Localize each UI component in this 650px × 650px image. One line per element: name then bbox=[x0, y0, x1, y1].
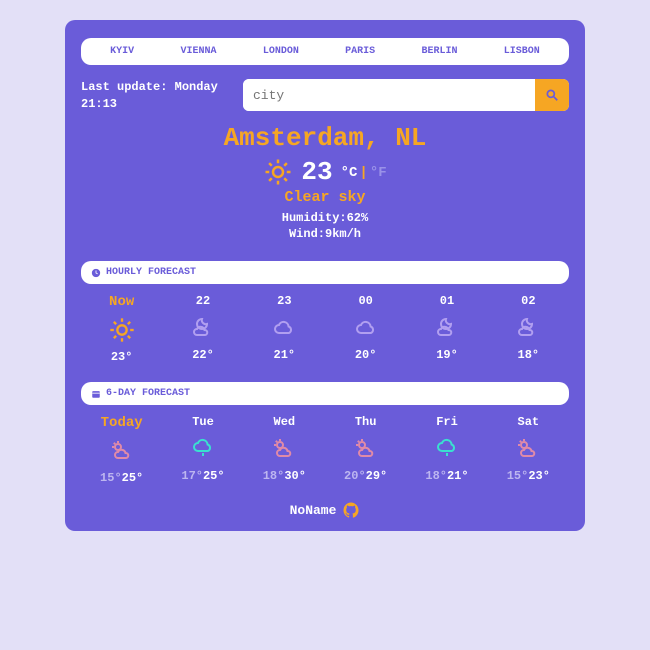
city-tab[interactable]: KYIV bbox=[110, 46, 134, 57]
day-label: Tue bbox=[162, 415, 243, 429]
hour-temp: 18° bbox=[488, 348, 569, 362]
city-tab[interactable]: BERLIN bbox=[421, 46, 457, 57]
hourly-title: HOURLY FORECAST bbox=[106, 267, 196, 278]
github-icon[interactable] bbox=[342, 501, 360, 519]
hour-temp: 23° bbox=[81, 350, 162, 364]
sun-cloud-icon bbox=[244, 433, 325, 465]
humidity: Humidity:62% bbox=[81, 210, 569, 227]
sun-icon bbox=[263, 157, 293, 187]
search-bar bbox=[243, 79, 569, 111]
moon-cloud-icon bbox=[488, 312, 569, 344]
last-update: Last update: Monday 21:13 bbox=[81, 79, 231, 113]
city-tabs: KYIV VIENNA LONDON PARIS BERLIN LISBON bbox=[81, 38, 569, 65]
city-tab[interactable]: LISBON bbox=[504, 46, 540, 57]
sun-cloud-icon bbox=[325, 433, 406, 465]
hour-label: 22 bbox=[162, 294, 243, 308]
hourly-item: 01 19° bbox=[406, 294, 487, 364]
day-label: Thu bbox=[325, 415, 406, 429]
moon-cloud-icon bbox=[406, 312, 487, 344]
hourly-item: 02 18° bbox=[488, 294, 569, 364]
current-temp: 23 bbox=[301, 157, 332, 187]
hourly-item: 22 22° bbox=[162, 294, 243, 364]
location-title: Amsterdam, NL bbox=[81, 123, 569, 153]
clock-icon bbox=[91, 268, 101, 278]
moon-cloud-icon bbox=[162, 312, 243, 344]
search-input[interactable] bbox=[243, 79, 535, 111]
daily-item: Tue 17°25° bbox=[162, 415, 243, 485]
daily-title: 6-DAY FORECAST bbox=[106, 388, 190, 399]
day-temps: 17°25° bbox=[162, 469, 243, 483]
hour-temp: 19° bbox=[406, 348, 487, 362]
hour-label: 02 bbox=[488, 294, 569, 308]
sun-cloud-icon bbox=[81, 435, 162, 467]
hour-temp: 20° bbox=[325, 348, 406, 362]
hourly-item: Now 23° bbox=[81, 294, 162, 364]
day-temps: 18°30° bbox=[244, 469, 325, 483]
hour-label: Now bbox=[81, 294, 162, 310]
city-tab[interactable]: VIENNA bbox=[180, 46, 216, 57]
daily-item: Sat 15°23° bbox=[488, 415, 569, 485]
footer: NoName bbox=[81, 501, 569, 519]
daily-item: Today 15°25° bbox=[81, 415, 162, 485]
city-tab[interactable]: LONDON bbox=[263, 46, 299, 57]
hour-label: 00 bbox=[325, 294, 406, 308]
unit-celsius[interactable]: °C bbox=[341, 165, 358, 181]
weather-description: Clear sky bbox=[81, 189, 569, 206]
cloud-icon bbox=[325, 312, 406, 344]
wind: Wind:9km/h bbox=[81, 226, 569, 243]
hour-label: 01 bbox=[406, 294, 487, 308]
daily-item: Fri 18°21° bbox=[406, 415, 487, 485]
current-weather: 23 °C|°F Clear sky Humidity:62% Wind:9km… bbox=[81, 157, 569, 244]
day-label: Fri bbox=[406, 415, 487, 429]
hourly-item: 00 20° bbox=[325, 294, 406, 364]
search-button[interactable] bbox=[535, 79, 569, 111]
rain-icon bbox=[406, 433, 487, 465]
day-label: Today bbox=[81, 415, 162, 431]
daily-item: Thu 20°29° bbox=[325, 415, 406, 485]
weather-app: KYIV VIENNA LONDON PARIS BERLIN LISBON L… bbox=[65, 20, 585, 531]
sun-icon bbox=[81, 314, 162, 346]
cloud-icon bbox=[244, 312, 325, 344]
unit-fahrenheit[interactable]: °F bbox=[370, 165, 387, 181]
daily-grid: Today 15°25°Tue 17°25°Wed 18°30°Thu 20°2… bbox=[81, 415, 569, 485]
day-temps: 20°29° bbox=[325, 469, 406, 483]
daily-header: 6-DAY FORECAST bbox=[81, 382, 569, 405]
hourly-grid: Now 23°22 22°23 21°00 20°01 19°02 18° bbox=[81, 294, 569, 364]
sun-cloud-icon bbox=[488, 433, 569, 465]
calendar-icon bbox=[91, 389, 101, 399]
day-temps: 15°23° bbox=[488, 469, 569, 483]
hour-label: 23 bbox=[244, 294, 325, 308]
hour-temp: 21° bbox=[244, 348, 325, 362]
hourly-header: HOURLY FORECAST bbox=[81, 261, 569, 284]
day-label: Sat bbox=[488, 415, 569, 429]
hourly-item: 23 21° bbox=[244, 294, 325, 364]
author-name: NoName bbox=[290, 503, 337, 518]
hour-temp: 22° bbox=[162, 348, 243, 362]
daily-item: Wed 18°30° bbox=[244, 415, 325, 485]
rain-icon bbox=[162, 433, 243, 465]
search-icon bbox=[545, 88, 559, 102]
day-label: Wed bbox=[244, 415, 325, 429]
day-temps: 15°25° bbox=[81, 471, 162, 485]
unit-separator: | bbox=[359, 165, 367, 181]
day-temps: 18°21° bbox=[406, 469, 487, 483]
city-tab[interactable]: PARIS bbox=[345, 46, 375, 57]
